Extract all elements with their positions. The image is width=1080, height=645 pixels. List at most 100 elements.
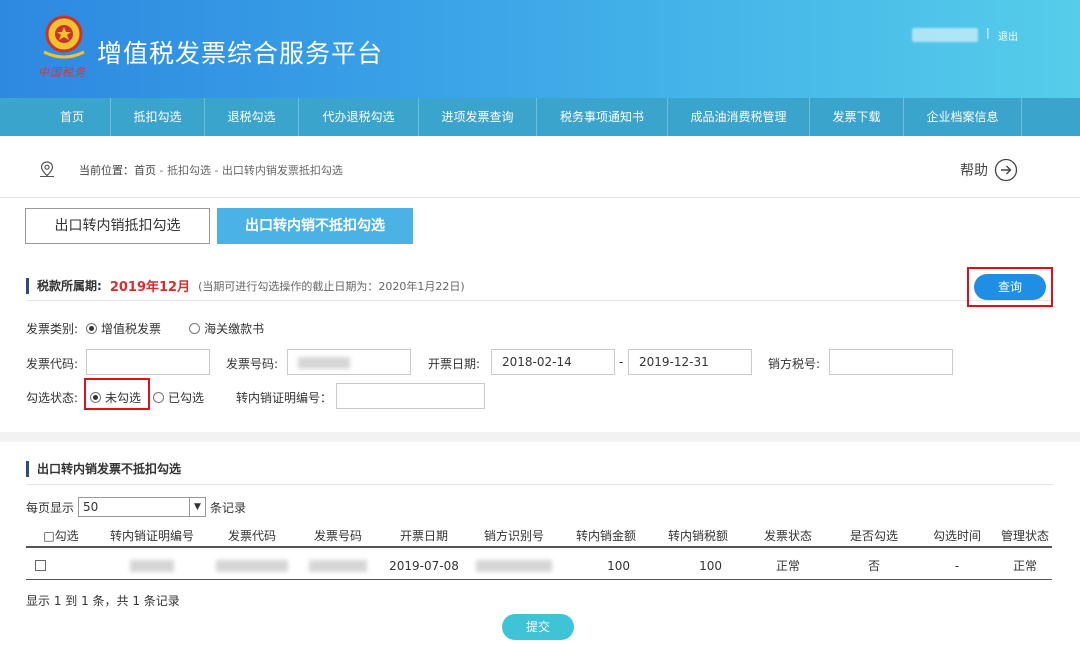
nav-item-enterprise[interactable]: 企业档案信息 [904, 98, 1022, 136]
query-button[interactable]: 查询 [974, 274, 1046, 300]
period-label: 税款所属期: [37, 279, 102, 293]
cell-amount: 100 [607, 558, 630, 573]
app-header: 中国税务 增值税发票综合服务平台 | 退出 [0, 0, 1080, 98]
blurred-value [130, 559, 174, 572]
period-value: 2019年12月 [109, 280, 191, 295]
radio-unchecked[interactable]: 未勾选 [90, 389, 141, 406]
page-size-control: 每页显示 50 ▼ 条记录 [26, 497, 246, 517]
cell-seller-id-blurred [468, 552, 560, 579]
radio-dot [153, 392, 165, 403]
nav-item-input-query[interactable]: 进项发票查询 [419, 98, 537, 136]
main-nav: 首页 抵扣勾选 退税勾选 代办退税勾选 进项发票查询 税务事项通知书 成品油消费… [0, 98, 1080, 136]
seller-tax-input[interactable] [829, 349, 953, 375]
column-header-checked: 是否勾选 [849, 528, 898, 543]
cell-manage-status: 正常 [1012, 559, 1037, 573]
invoice-number-input[interactable] [287, 349, 411, 375]
column-header-check-time: 勾选时间 [932, 528, 981, 543]
tax-period: 税款所属期: 2019年12月 (当期可进行勾选操作的截止日期为：2020年1月… [26, 276, 465, 295]
date-from-input[interactable]: 2018-02-14 [491, 349, 615, 375]
header-separator: | [986, 26, 990, 39]
radio-vat-invoice-label: 增值税发票 [101, 322, 162, 336]
nav-item-refund[interactable]: 退税勾选 [205, 98, 299, 136]
tab-export-domestic-deduct[interactable]: 出口转内销抵扣勾选 [25, 208, 210, 244]
cell-invoice-status: 正常 [775, 559, 800, 573]
invoice-code-input[interactable] [86, 349, 210, 375]
cell-date: 2019-07-08 [389, 558, 459, 573]
radio-unchecked-label: 未勾选 [105, 391, 142, 405]
column-header-date: 开票日期 [399, 528, 448, 543]
divider [26, 300, 1054, 301]
date-to-input[interactable]: 2019-12-31 [628, 349, 752, 375]
invoice-type-row: 发票类别: 增值税发票 海关缴款书 [26, 320, 264, 337]
breadcrumb-prefix: 当前位置： [79, 164, 134, 177]
submit-button[interactable]: 提交 [502, 614, 574, 640]
nav-item-home[interactable]: 首页 [34, 98, 111, 136]
breadcrumb-path: - 抵扣勾选 - 出口转内销发票抵扣勾选 [156, 164, 343, 177]
invoice-type-label: 发票类别: [26, 322, 79, 336]
column-header-invoice-status: 发票状态 [763, 528, 812, 543]
date-separator: - [619, 355, 624, 369]
blurred-value [216, 559, 288, 572]
help-label: 帮助 [960, 163, 988, 179]
location-pin-icon [40, 161, 54, 177]
nav-item-agent-refund[interactable]: 代办退税勾选 [299, 98, 419, 136]
invoice-code-label: 发票代码: [26, 357, 79, 371]
nav-item-deduction[interactable]: 抵扣勾选 [111, 98, 205, 136]
cell-number-blurred [296, 552, 380, 579]
column-header-amount: 转内销金额 [575, 528, 636, 543]
blurred-value [309, 559, 367, 572]
help-link[interactable]: 帮助 [960, 158, 1018, 182]
breadcrumb: 当前位置：首页 - 抵扣勾选 - 出口转内销发票抵扣勾选 [79, 162, 343, 178]
cert-number-label: 转内销证明编号： [236, 391, 333, 405]
column-header-manage-status: 管理状态 [1000, 528, 1049, 543]
radio-customs-payment[interactable]: 海关缴款书 [189, 320, 264, 337]
nav-item-tax-notice[interactable]: 税务事项通知书 [537, 98, 668, 136]
logout-link[interactable]: 退出 [998, 28, 1018, 43]
cell-check-time: - [954, 558, 960, 573]
cell-code-blurred [208, 552, 296, 579]
tax-emblem-icon [43, 15, 85, 59]
emblem-caption: 中国税务 [38, 66, 86, 79]
column-header-select[interactable]: □勾选 [26, 524, 96, 546]
records-label: 条记录 [210, 500, 247, 515]
row-checkbox-cell [26, 552, 56, 579]
page-size-select[interactable]: 50 ▼ [78, 497, 207, 517]
section-title-text: 出口转内销发票不抵扣勾选 [37, 462, 182, 476]
section-title: 出口转内销发票不抵扣勾选 [26, 460, 181, 477]
nav-item-oil-tax[interactable]: 成品油消费税管理 [668, 98, 810, 136]
site-title: 增值税发票综合服务平台 [97, 39, 384, 68]
radio-dot [189, 323, 201, 334]
cert-number-input[interactable] [336, 383, 485, 409]
cell-checked: 否 [867, 559, 880, 573]
column-header-seller-id: 销方识别号 [483, 528, 544, 543]
tab-export-domestic-no-deduct[interactable]: 出口转内销不抵扣勾选 [217, 208, 413, 244]
chevron-down-icon: ▼ [189, 498, 205, 516]
breadcrumb-home-link[interactable]: 首页 [134, 164, 156, 177]
nav-item-download[interactable]: 发票下载 [810, 98, 904, 136]
status-options: 未勾选 已勾选 [90, 389, 204, 406]
radio-checked-label: 已勾选 [168, 391, 205, 405]
status-label: 勾选状态: [26, 391, 79, 405]
period-note: (当期可进行勾选操作的截止日期为：2020年1月22日) [198, 279, 465, 293]
radio-vat-invoice[interactable]: 增值税发票 [86, 320, 161, 337]
column-header-code: 发票代码 [227, 528, 276, 543]
user-name-blurred [912, 28, 978, 42]
row-checkbox[interactable] [34, 560, 46, 571]
table-row: 2019-07-08 100 100 正常 否 - 正常 [26, 552, 1052, 580]
divider [26, 484, 1054, 485]
issue-date-label: 开票日期: [428, 357, 481, 371]
radio-dot [90, 392, 101, 403]
breadcrumb-bar: 当前位置：首页 - 抵扣勾选 - 出口转内销发票抵扣勾选 帮助 [0, 136, 1080, 198]
column-header-tax: 转内销税额 [667, 528, 728, 543]
radio-customs-payment-label: 海关缴款书 [204, 322, 265, 336]
invoice-number-label: 发票号码: [226, 357, 279, 371]
cell-cert-blurred [96, 552, 208, 579]
radio-checked[interactable]: 已勾选 [153, 389, 204, 406]
per-page-label: 每页显示 [26, 500, 75, 515]
section-divider-band [0, 432, 1080, 442]
section-marker [26, 460, 29, 477]
section-marker [26, 277, 29, 294]
page-size-value: 50 [83, 500, 99, 514]
arrow-right-circle-icon [994, 158, 1018, 182]
blurred-value [476, 559, 552, 572]
